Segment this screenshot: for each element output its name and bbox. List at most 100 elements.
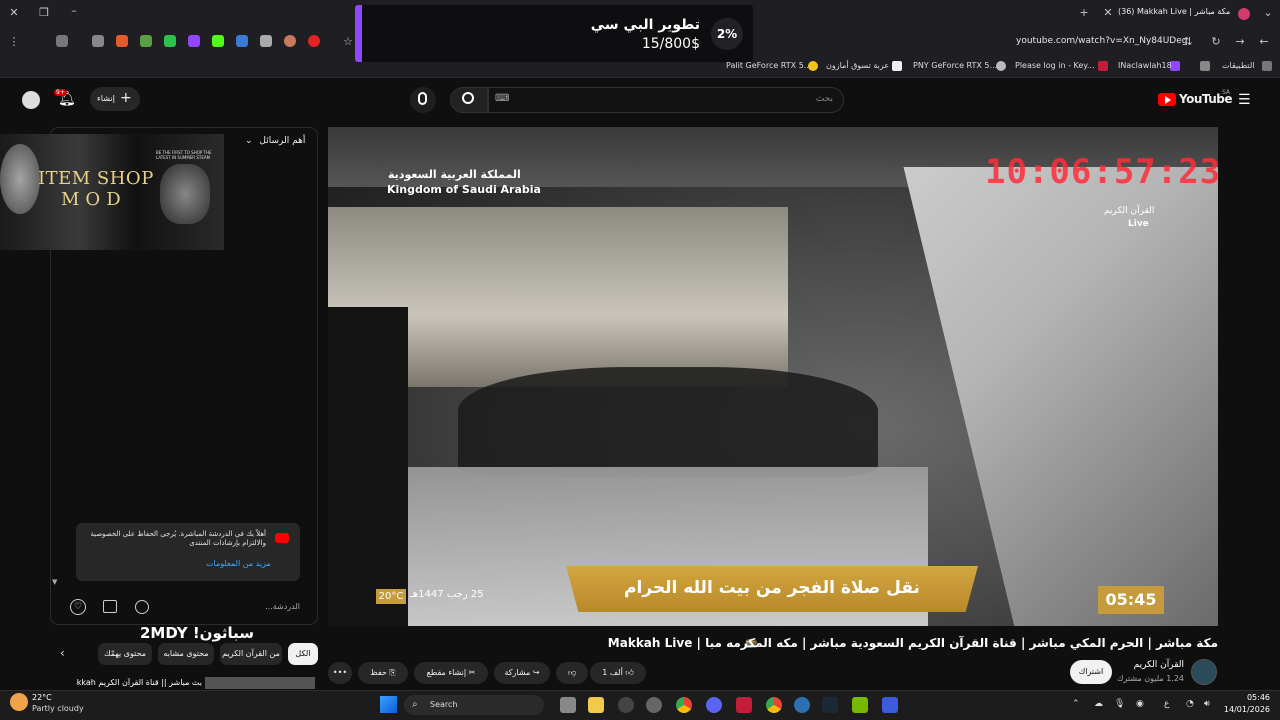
flower-graphic — [0, 144, 40, 214]
voice-search-button[interactable] — [410, 87, 436, 113]
search-icon — [462, 92, 474, 104]
network-icon[interactable]: ☁ — [1094, 699, 1103, 709]
nvidia-icon[interactable] — [852, 697, 868, 713]
channel-name[interactable]: القرآن الكريم — [1134, 660, 1184, 670]
scroll-down-icon[interactable]: ▼ — [52, 578, 57, 586]
settings-gear-icon[interactable] — [646, 697, 662, 713]
banner-caption: BE THE FIRST TO SHOP THE LATEST IN SUMME… — [156, 150, 212, 160]
clip-button[interactable]: إنشاء مقطع ✂ — [414, 662, 488, 684]
bookmark-item[interactable]: التطبيقات — [1222, 59, 1254, 73]
tab-search-icon[interactable]: ⌄ — [1260, 6, 1276, 20]
banner-subtitle: MOD — [61, 189, 127, 210]
more-info-link[interactable]: مزيد من المعلومات — [206, 559, 271, 568]
extension-icon[interactable] — [188, 35, 200, 47]
heart-icon[interactable]: ♡ — [70, 599, 86, 615]
bookmark-item[interactable]: عربة تسوق أمازون — [826, 59, 889, 73]
like-button[interactable]: 1 ألف 👍︎ — [590, 662, 646, 684]
forward-icon[interactable]: → — [1232, 35, 1248, 49]
chat-input[interactable]: الدردشة... — [160, 602, 300, 611]
task-view-icon[interactable] — [560, 697, 576, 713]
app-icon[interactable] — [618, 697, 634, 713]
bookmark-star-icon[interactable]: ☆ — [340, 35, 356, 49]
volume-icon[interactable]: 🔊︎ — [1204, 699, 1210, 709]
globe-icon[interactable]: ◉ — [1136, 699, 1144, 709]
taskbar-search[interactable]: ⌕ Search — [404, 695, 544, 715]
chat-mode-selector[interactable]: ⌄ أهم الرسائل — [245, 136, 305, 146]
search-input[interactable]: ⌨ بحث — [488, 87, 844, 113]
weather-icon[interactable] — [10, 693, 28, 711]
extension-icon[interactable] — [140, 35, 152, 47]
chrome-icon[interactable] — [766, 697, 782, 713]
reload-icon[interactable]: ↻ — [1208, 35, 1224, 49]
bookmark-folder-icon[interactable] — [1200, 61, 1210, 71]
chevron-down-icon: ⌄ — [245, 136, 253, 146]
extension-icon[interactable] — [56, 35, 68, 47]
site-settings-icon[interactable]: ⇅ — [1180, 35, 1196, 49]
super-chat-icon[interactable] — [103, 600, 117, 613]
video-country-english: Kingdom of Saudi Arabia — [387, 183, 541, 196]
language-indicator[interactable]: ع — [1164, 699, 1169, 709]
app-icon[interactable] — [794, 697, 810, 713]
app-icon[interactable] — [736, 697, 752, 713]
discord-icon[interactable] — [706, 697, 722, 713]
url-text[interactable]: youtube.com/watch?v=Xn_Ny84UDeg — [1016, 36, 1187, 46]
taskbar-time[interactable]: 05:46 — [1228, 693, 1270, 702]
app-icon[interactable] — [882, 697, 898, 713]
save-button[interactable]: حفظ ⎘ — [358, 662, 408, 684]
chrome-icon[interactable] — [676, 697, 692, 713]
file-explorer-icon[interactable] — [588, 697, 604, 713]
close-window-icon[interactable]: ✕ — [6, 6, 22, 20]
microphone-tray-icon[interactable]: 🎙︎ — [1114, 699, 1125, 709]
video-player[interactable] — [328, 127, 1218, 626]
extension-icon[interactable] — [284, 35, 296, 47]
back-icon[interactable]: ← — [1256, 35, 1272, 49]
apps-grid-icon[interactable] — [1262, 61, 1272, 71]
taskbar-date[interactable]: 14/01/2026 — [1222, 705, 1270, 714]
donation-goal-overlay: 2% تطوير البي سي 15/800$ — [355, 5, 753, 62]
chevron-left-icon[interactable]: ‹ — [60, 646, 65, 660]
share-button[interactable]: مشاركة ↪ — [494, 662, 550, 684]
extension-icon[interactable] — [92, 35, 104, 47]
channel-avatar[interactable] — [1191, 659, 1217, 685]
video-channel-watermark: القرآن الكريم — [1104, 206, 1155, 216]
extension-icon[interactable] — [236, 35, 248, 47]
restore-window-icon[interactable]: ❐ — [36, 6, 52, 20]
keyboard-icon[interactable]: ⌨ — [495, 93, 509, 104]
bookmark-item[interactable]: PNY GeForce RTX 5... — [913, 59, 997, 73]
notice-text: أهلاً بك في الدردشة المباشرة. يُرجى الحف… — [90, 530, 266, 547]
subscribe-button[interactable]: اشتراك — [1070, 660, 1112, 684]
minimize-window-icon[interactable]: – — [66, 4, 82, 18]
tab-title[interactable]: (36) Makkah Live | مكة مباشر — [1118, 7, 1236, 16]
create-button[interactable]: إنشاء + — [90, 87, 140, 111]
search-button[interactable] — [450, 87, 488, 113]
account-avatar[interactable] — [22, 91, 40, 109]
extension-icon[interactable] — [164, 35, 176, 47]
start-windows-icon[interactable] — [380, 696, 397, 713]
thumbs-down-icon: 👎︎ — [567, 668, 577, 677]
more-actions-button[interactable]: ••• — [328, 662, 352, 684]
extension-icon[interactable] — [260, 35, 272, 47]
hamburger-menu-icon[interactable]: ☰ — [1238, 92, 1251, 108]
menu-dots-icon[interactable]: ⋮ — [6, 35, 22, 49]
close-tab-icon[interactable]: ✕ — [1100, 6, 1116, 20]
extension-icon[interactable] — [308, 35, 320, 47]
recommendation-thumbnail[interactable] — [205, 677, 315, 689]
steam-icon[interactable] — [822, 697, 838, 713]
filter-chip[interactable]: الكل — [288, 643, 318, 665]
filter-chip[interactable]: محتوى مشابه — [158, 643, 214, 665]
extension-icon[interactable] — [116, 35, 128, 47]
tray-chevron-icon[interactable]: ⌃ — [1072, 699, 1080, 709]
filter-chip[interactable]: محتوى يهمّك — [98, 643, 152, 665]
bookmark-item[interactable]: INaclawlah18 — [1118, 59, 1172, 73]
dislike-button[interactable]: 👎︎ — [556, 662, 588, 684]
bookmark-item[interactable]: Please log in - Key... — [1015, 59, 1095, 73]
chat-mode-label: أهم الرسائل — [259, 136, 306, 146]
youtube-small-icon — [275, 533, 289, 543]
video-hijri-date: 25 رجب 1447هـ — [410, 589, 484, 600]
emoji-icon[interactable] — [135, 600, 149, 614]
filter-chip[interactable]: من القرآن الكريم — [220, 643, 282, 665]
new-tab-icon[interactable]: + — [1076, 6, 1092, 20]
recommendation-title[interactable]: بث مباشر || قناة القرآن الكريم Makkah — [76, 678, 202, 687]
extension-icon[interactable] — [212, 35, 224, 47]
wifi-icon[interactable]: ◔ — [1186, 699, 1194, 709]
